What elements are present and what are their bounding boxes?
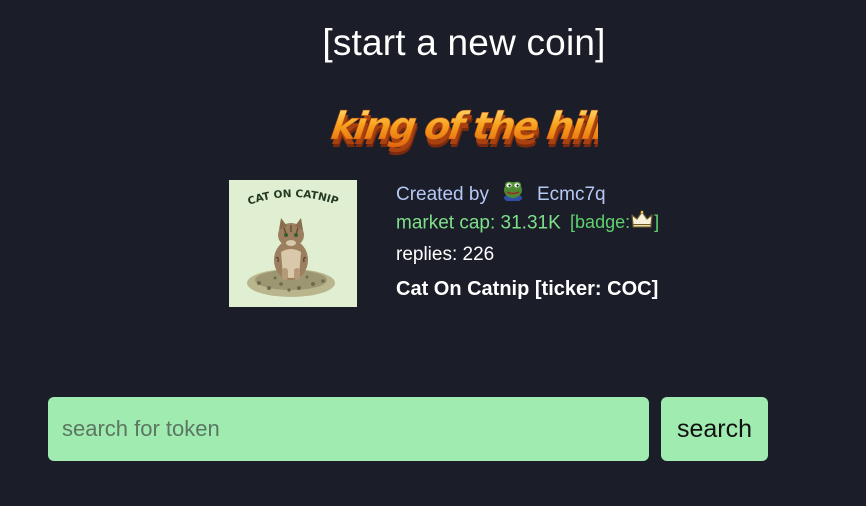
replies-count: replies: 226 bbox=[396, 244, 495, 265]
badge-suffix: ] bbox=[654, 212, 660, 233]
creator-link[interactable]: Ecmc7q bbox=[537, 184, 606, 205]
king-of-the-hill-banner: king of the hill king of the hill king o… bbox=[328, 94, 612, 157]
coin-image[interactable]: CAT ON CATNIP bbox=[229, 180, 357, 307]
pepe-frog-icon bbox=[501, 177, 525, 207]
badge-prefix: [badge: bbox=[570, 212, 631, 233]
market-cap-label: market cap: 31.31K bbox=[396, 212, 561, 234]
crown-icon bbox=[631, 210, 653, 233]
search-input[interactable] bbox=[48, 397, 649, 461]
search-button[interactable]: search bbox=[661, 397, 768, 461]
coin-name-ticker[interactable]: Cat On Catnip [ticker: COC] bbox=[396, 278, 658, 301]
created-by-label: Created by bbox=[396, 184, 489, 206]
page: [start a new coin] king of the hill king… bbox=[0, 0, 866, 506]
featured-coin-card[interactable]: CAT ON CATNIP Created by Ecmc7q market c… bbox=[229, 180, 729, 307]
created-by-row: Created by Ecmc7q bbox=[396, 180, 606, 210]
svg-text:king of the hill: king of the hill bbox=[330, 105, 598, 149]
badge: [badge: ] bbox=[570, 210, 660, 233]
market-cap-row: market cap: 31.31K [badge: ] bbox=[396, 210, 660, 235]
start-new-coin-link[interactable]: [start a new coin] bbox=[0, 22, 866, 64]
